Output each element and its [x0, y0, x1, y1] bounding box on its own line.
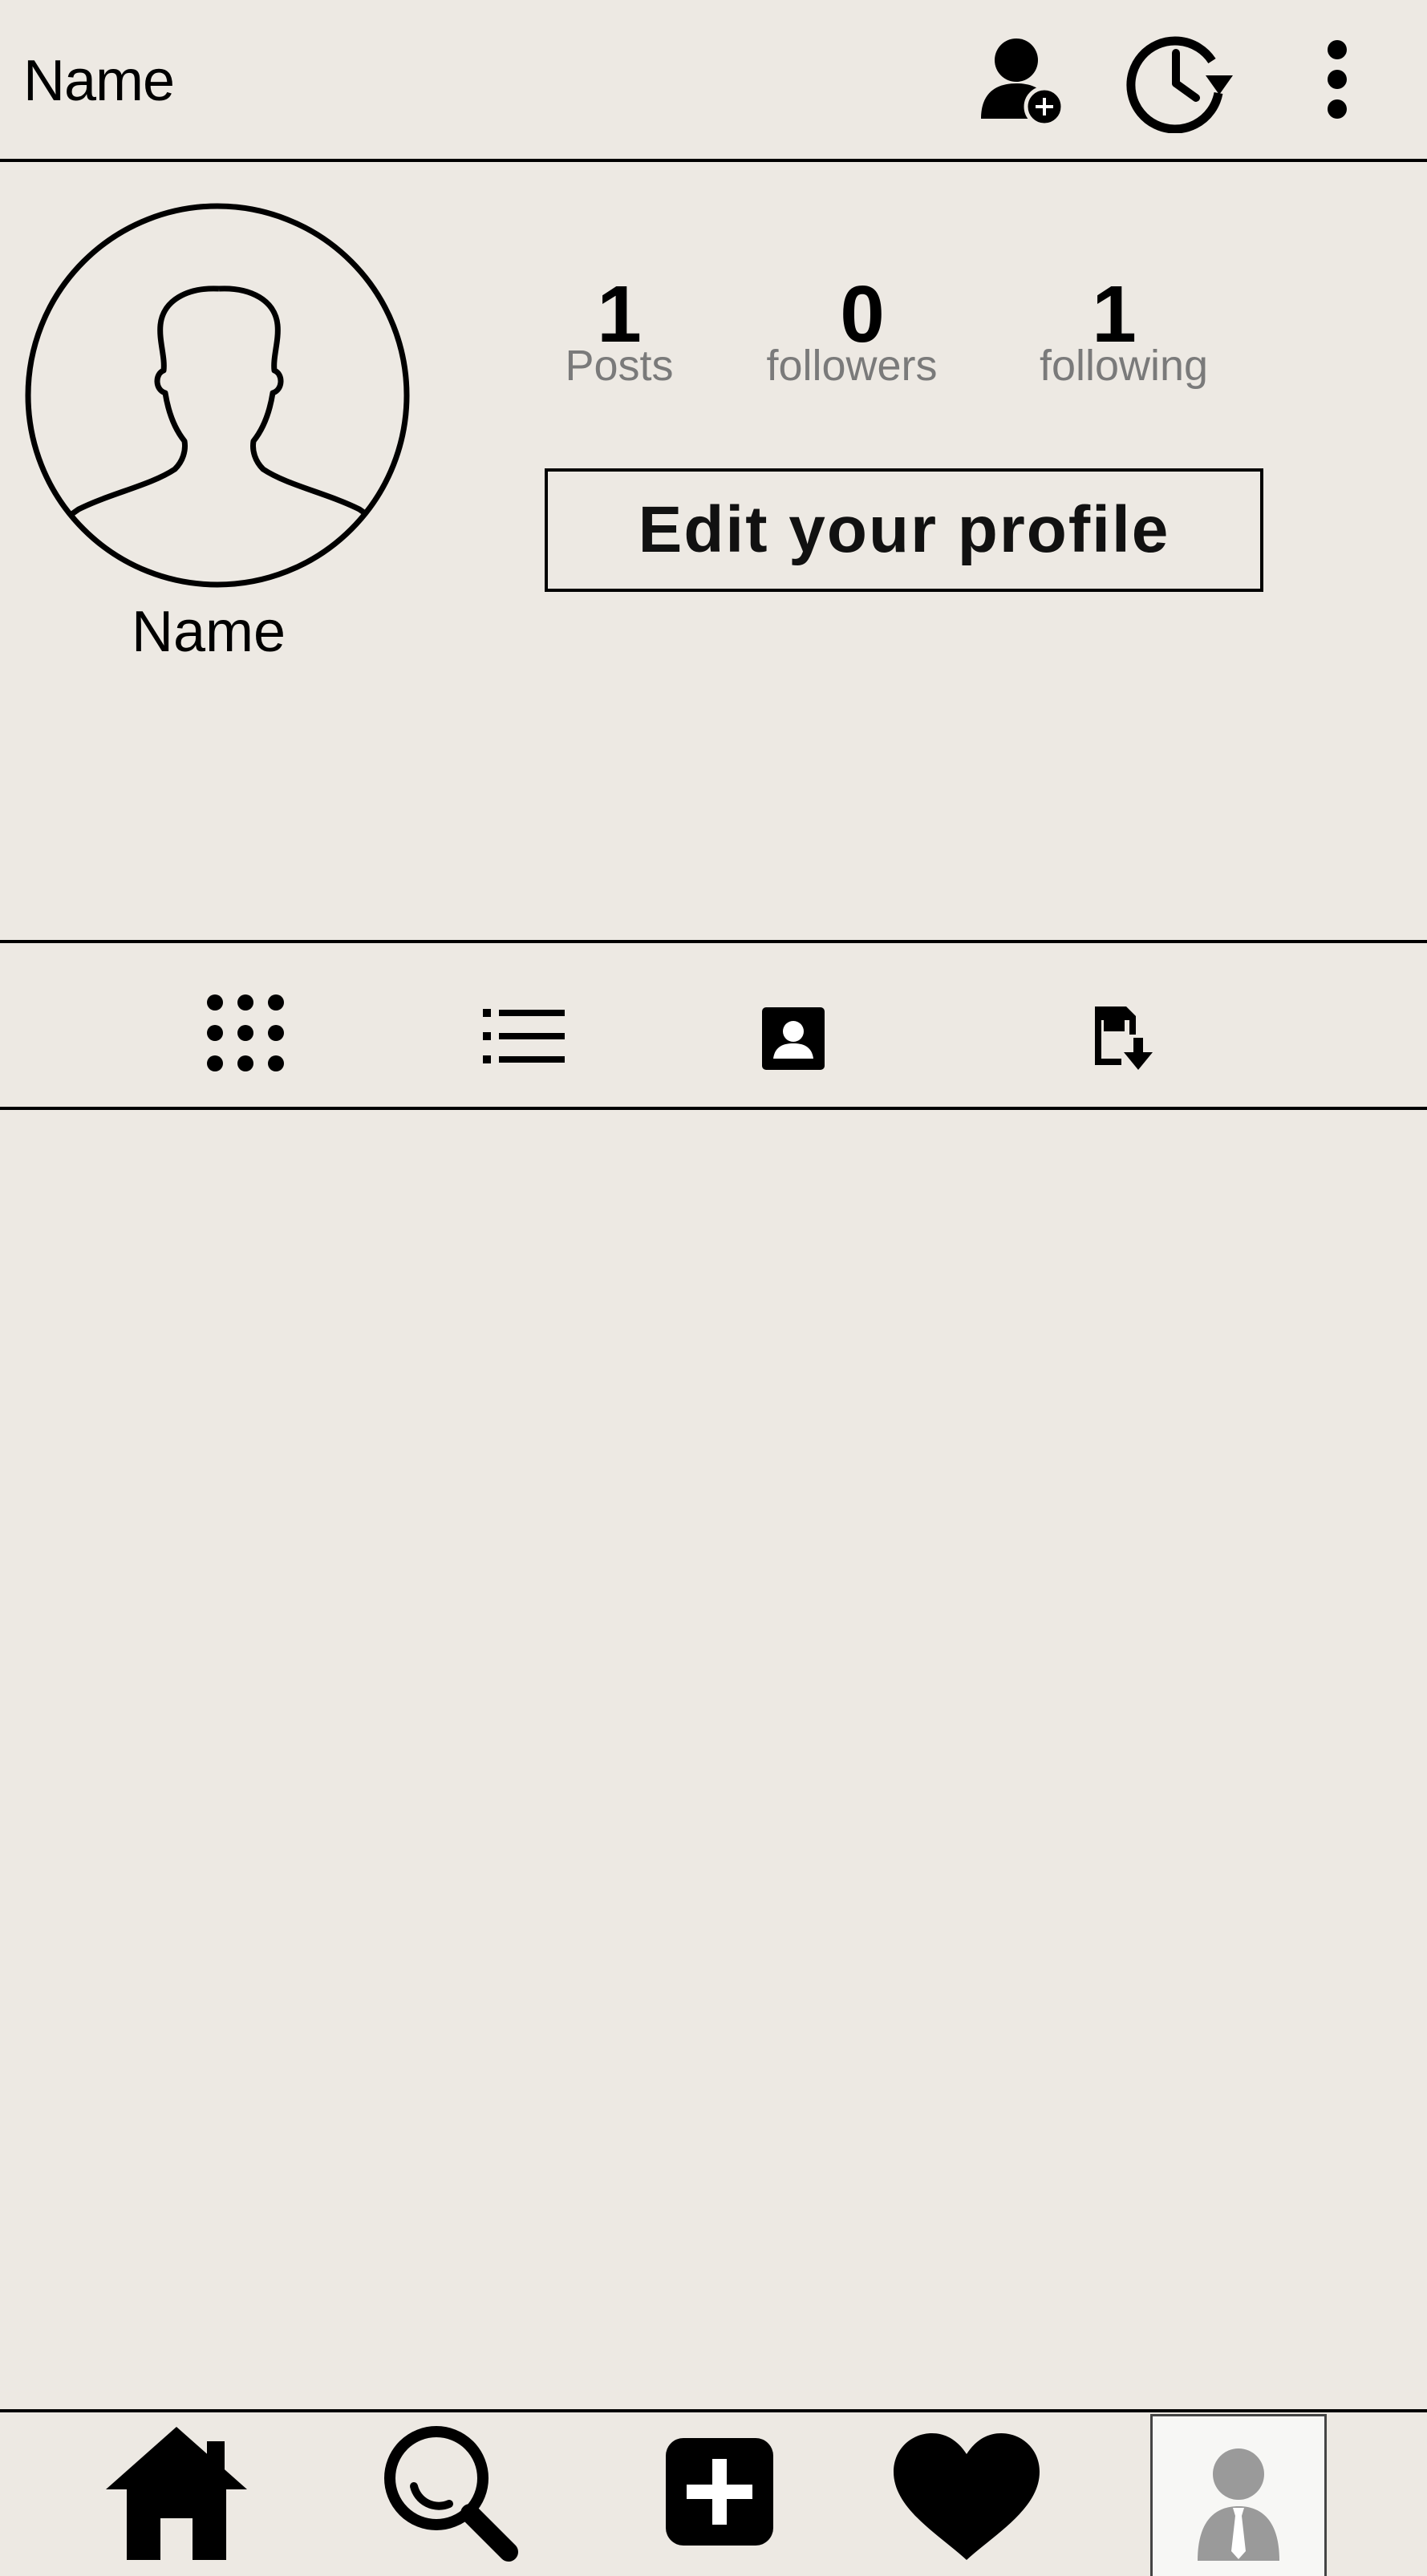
posts-content-area: [0, 1110, 1427, 2409]
header-title: Name: [23, 49, 175, 113]
bottom-nav-divider: [0, 2409, 1427, 2412]
edit-profile-button[interactable]: Edit your profile: [545, 468, 1263, 592]
header-divider: [0, 159, 1427, 162]
more-vertical-icon[interactable]: [1316, 37, 1359, 125]
tagged-contact-icon[interactable]: [762, 1007, 825, 1070]
tabs-top-divider: [0, 940, 1427, 943]
search-icon[interactable]: [380, 2424, 525, 2564]
posts-label: Posts: [565, 342, 674, 390]
home-icon[interactable]: [104, 2424, 249, 2560]
saved-icon[interactable]: [1091, 1002, 1158, 1071]
profile-name: Name: [131, 600, 286, 664]
following-label[interactable]: following: [995, 342, 1252, 390]
list-icon[interactable]: [483, 1007, 566, 1065]
add-post-icon[interactable]: [666, 2438, 773, 2546]
followers-label[interactable]: followers: [724, 342, 980, 390]
grid-icon[interactable]: [205, 993, 286, 1073]
profile-tab-button[interactable]: [1150, 2414, 1327, 2576]
history-icon[interactable]: [1125, 29, 1238, 133]
heart-icon[interactable]: [890, 2430, 1043, 2562]
profile-avatar-icon: [1198, 2448, 1279, 2561]
profile-avatar[interactable]: [22, 200, 412, 590]
add-user-icon[interactable]: [975, 30, 1071, 127]
